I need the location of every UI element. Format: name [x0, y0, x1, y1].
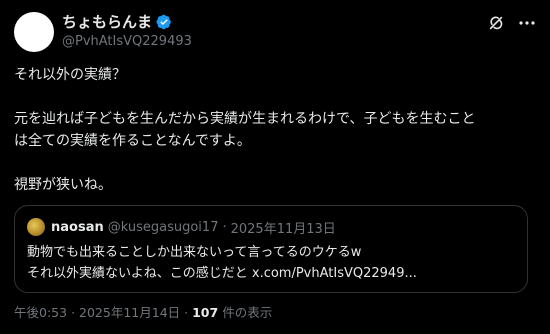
post-time[interactable]: 午後0:53	[14, 305, 67, 320]
views-label: 件の表示	[222, 305, 273, 320]
quoted-line: それ以外実績ないよね、この感じだと x.com/PvhAtIsVQ22949..…	[27, 266, 417, 281]
post-line: 元を辿れば子どもを生んだから実績が生まれるわけで、子どもを生むこと	[14, 111, 476, 127]
post-date[interactable]: 2025年11月14日	[79, 305, 180, 320]
quoted-author-name: naosan	[51, 219, 104, 235]
post-line: は全ての実績を作ることなんですよ。	[14, 133, 251, 149]
post-line-gap	[14, 152, 534, 174]
more-icon[interactable]	[517, 14, 537, 32]
quoted-separator: ·	[222, 219, 227, 235]
post-footer: 午後0:53 · 2025年11月14日 · 107 件の表示	[14, 304, 272, 322]
grok-icon[interactable]	[487, 14, 505, 32]
post-line: 視野が狭いね。	[14, 177, 112, 193]
quoted-author-avatar	[27, 218, 45, 236]
post-line: それ以外の実績？	[14, 67, 126, 83]
views-count: 107	[192, 305, 219, 320]
post-text: それ以外の実績？ 元を辿れば子どもを生んだから実績が生まれるわけで、子どもを生む…	[14, 64, 534, 196]
quoted-post-text: 動物でも出来ることしか出来ないって言ってるのウケるw それ以外実績ないよね、この…	[27, 242, 517, 284]
author-avatar[interactable]	[14, 12, 54, 52]
footer-separator: ·	[71, 305, 76, 320]
quoted-date: 2025年11月13日	[230, 221, 336, 237]
author-handle[interactable]: @PvhAtIsVQ229493	[62, 33, 540, 51]
quoted-post[interactable]: naosan @kusegasugoi17 · 2025年11月13日 動物でも…	[14, 205, 528, 293]
quoted-author-handle: @kusegasugoi17	[107, 219, 219, 235]
author-name-row: ちょもらんま	[62, 12, 540, 32]
quoted-post-header: naosan @kusegasugoi17 · 2025年11月13日	[27, 218, 336, 237]
quoted-line: 動物でも出来ることしか出来ないって言ってるのウケるw	[27, 245, 362, 260]
post-line-gap	[14, 86, 534, 108]
footer-separator: ·	[184, 305, 189, 320]
verified-badge-icon	[156, 14, 171, 30]
post-header: ちょもらんま @PvhAtIsVQ229493	[62, 12, 540, 52]
author-display-name[interactable]: ちょもらんま	[62, 12, 152, 32]
